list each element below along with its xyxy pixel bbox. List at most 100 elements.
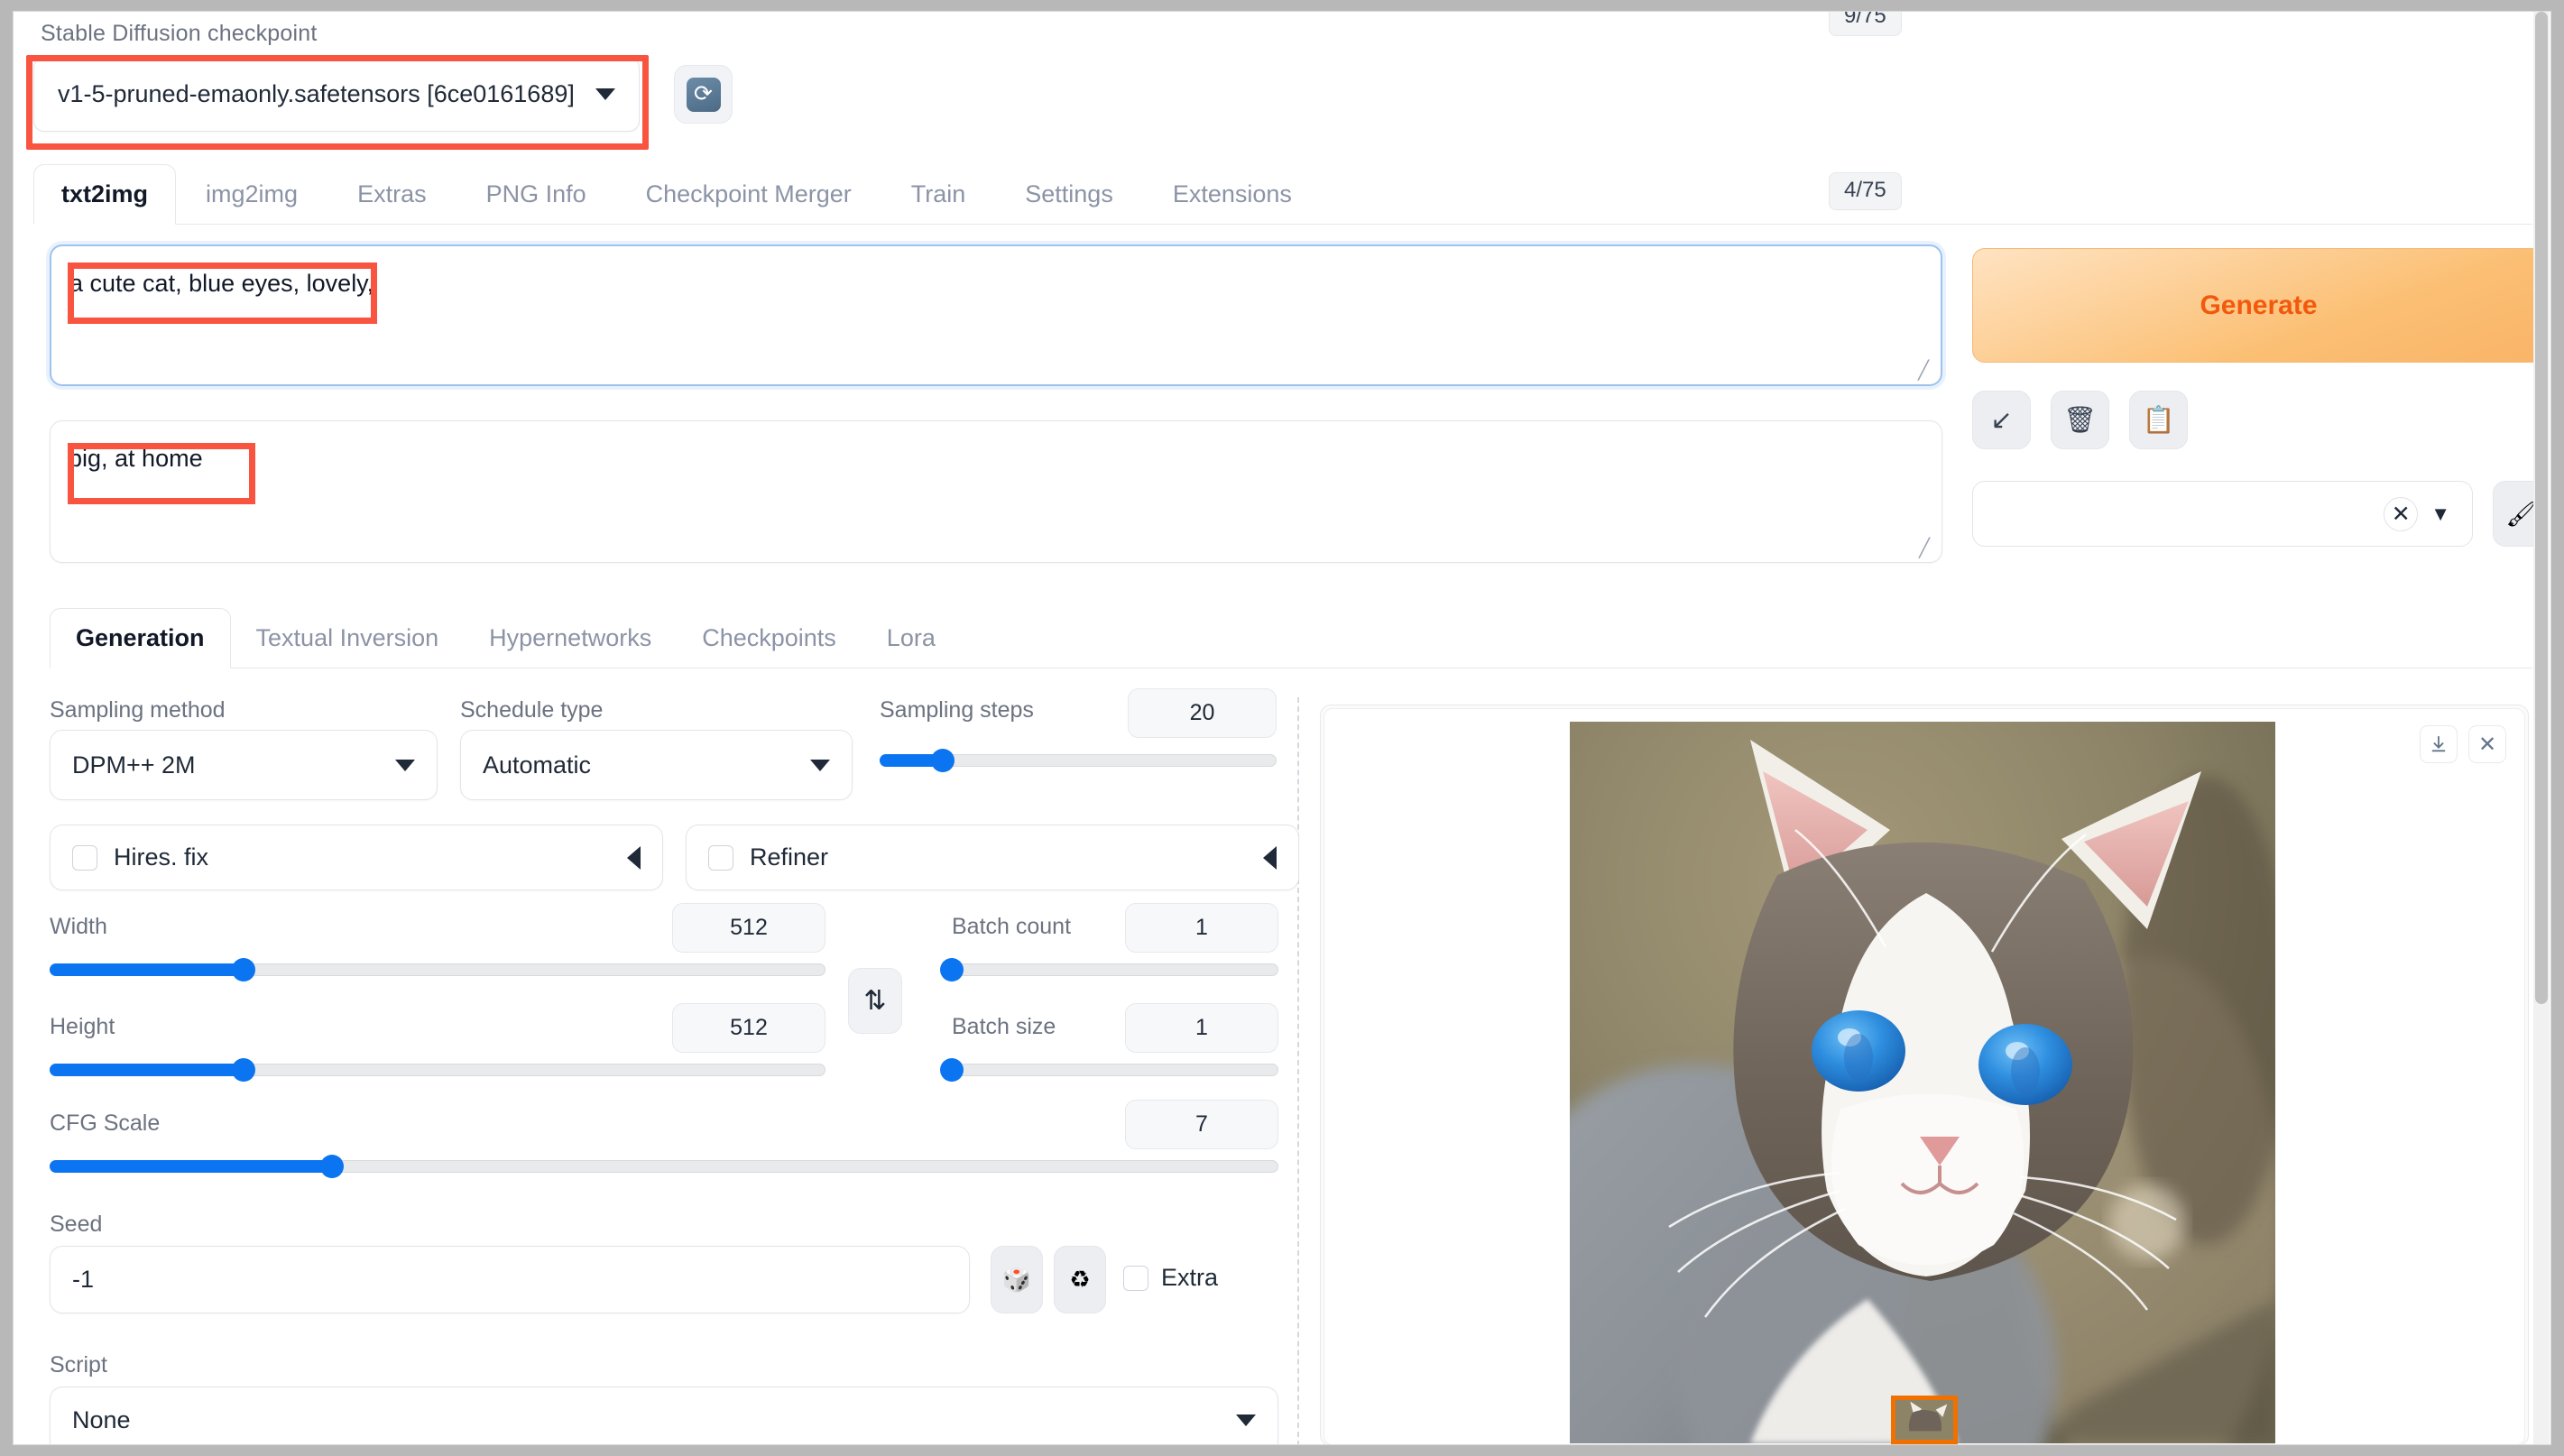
- result-thumbnail[interactable]: [1891, 1396, 1958, 1444]
- height-slider[interactable]: [50, 1058, 825, 1082]
- seed-value: -1: [72, 1266, 95, 1293]
- read-generation-params-button[interactable]: ↙: [1972, 391, 2031, 449]
- slider-fill: [50, 1064, 244, 1076]
- subtab-lora[interactable]: Lora: [862, 624, 961, 668]
- seed-label: Seed: [50, 1212, 103, 1237]
- height-label: Height: [50, 1014, 115, 1039]
- width-label: Width: [50, 914, 107, 939]
- subtab-generation[interactable]: Generation: [50, 608, 231, 668]
- resize-grip-icon[interactable]: ╱: [1919, 539, 1933, 558]
- hires-fix-accordion[interactable]: Hires. fix: [50, 825, 663, 890]
- download-icon: [2431, 735, 2446, 752]
- refresh-icon: ⟳: [686, 77, 721, 112]
- subtab-hypernetworks[interactable]: Hypernetworks: [464, 624, 677, 668]
- tab-train[interactable]: Train: [881, 180, 996, 224]
- checkpoint-label: Stable Diffusion checkpoint: [41, 21, 318, 46]
- width-slider[interactable]: [50, 958, 825, 981]
- tab-png-info[interactable]: PNG Info: [457, 180, 616, 224]
- slider-knob[interactable]: [931, 749, 955, 772]
- sampling-steps-label: Sampling steps: [880, 697, 1034, 723]
- extra-seed-checkbox[interactable]: [1123, 1266, 1148, 1291]
- clear-styles-icon[interactable]: ✕: [2384, 496, 2419, 531]
- tab-checkpoint-merger[interactable]: Checkpoint Merger: [616, 180, 881, 224]
- hires-fix-label: Hires. fix: [114, 843, 209, 871]
- cfg-scale-slider[interactable]: [50, 1155, 1278, 1178]
- tab-extensions[interactable]: Extensions: [1143, 180, 1322, 224]
- batch-count-value[interactable]: 1: [1125, 903, 1278, 953]
- tab-img2img[interactable]: img2img: [176, 180, 327, 224]
- dice-icon: 🎲: [1001, 1266, 1032, 1293]
- schedule-type-label: Schedule type: [460, 697, 604, 723]
- generate-button[interactable]: Generate: [1972, 248, 2545, 363]
- swap-icon: ⇅: [863, 986, 887, 1016]
- thumbnail-image: [1895, 1400, 1953, 1440]
- styles-dropdown[interactable]: ✕ ▼: [1972, 481, 2473, 547]
- slider-knob[interactable]: [940, 1058, 964, 1082]
- swap-dimensions-button[interactable]: ⇅: [848, 968, 902, 1034]
- script-dropdown[interactable]: None: [50, 1387, 1278, 1444]
- result-toolbar: ✕: [2420, 725, 2506, 763]
- reuse-seed-button[interactable]: ♻: [1054, 1246, 1106, 1313]
- batch-size-value[interactable]: 1: [1125, 1003, 1278, 1053]
- generated-cat-image: [1570, 722, 2275, 1443]
- subtab-checkpoints[interactable]: Checkpoints: [677, 624, 862, 668]
- prompt-section: a cute cat, blue eyes, lovely, ╱ big, at…: [50, 244, 1944, 563]
- script-value: None: [72, 1406, 131, 1433]
- batch-count-slider[interactable]: [940, 958, 1278, 981]
- batch-count-label: Batch count: [952, 914, 1072, 939]
- checkpoint-value: v1-5-pruned-emaonly.safetensors [6ce0161…: [58, 80, 575, 107]
- page-scrollbar[interactable]: [2533, 12, 2550, 1444]
- slider-knob[interactable]: [232, 958, 255, 981]
- prompt-tool-buttons: ↙ 🗑 📋: [1972, 391, 2188, 449]
- sampling-steps-value[interactable]: 20: [1128, 688, 1277, 738]
- script-label: Script: [50, 1352, 107, 1378]
- refresh-checkpoint-button[interactable]: ⟳: [674, 65, 733, 124]
- cfg-scale-label: CFG Scale: [50, 1110, 161, 1136]
- sampling-steps-slider[interactable]: [880, 749, 1277, 772]
- sampling-method-dropdown[interactable]: DPM++ 2M: [50, 730, 438, 800]
- recycle-icon: ♻: [1069, 1266, 1091, 1293]
- width-value[interactable]: 512: [672, 903, 825, 953]
- height-value[interactable]: 512: [672, 1003, 825, 1053]
- resize-grip-icon[interactable]: ╱: [1918, 362, 1932, 380]
- slider-knob[interactable]: [940, 958, 964, 981]
- trash-icon: 🗑: [2063, 405, 2097, 435]
- slider-fill: [50, 963, 244, 976]
- refiner-checkbox[interactable]: [708, 844, 733, 871]
- download-image-button[interactable]: [2420, 725, 2458, 763]
- chevron-left-icon: [1263, 845, 1277, 870]
- batch-size-slider[interactable]: [940, 1058, 1278, 1082]
- checkpoint-dropdown[interactable]: v1-5-pruned-emaonly.safetensors [6ce0161…: [33, 57, 640, 132]
- clear-prompt-button[interactable]: 🗑: [2051, 391, 2109, 449]
- tab-extras[interactable]: Extras: [327, 180, 457, 224]
- schedule-type-dropdown[interactable]: Automatic: [460, 730, 853, 800]
- tab-settings[interactable]: Settings: [995, 180, 1143, 224]
- cfg-scale-value[interactable]: 7: [1125, 1100, 1278, 1149]
- hires-fix-checkbox[interactable]: [72, 844, 97, 871]
- close-image-button[interactable]: ✕: [2468, 725, 2506, 763]
- styles-row: ✕ ▼ 🖌: [1972, 481, 2550, 547]
- random-seed-button[interactable]: 🎲: [991, 1246, 1043, 1313]
- chevron-down-icon: [810, 759, 830, 771]
- generation-settings-pane: Sampling method DPM++ 2M Schedule type A…: [50, 688, 1299, 1444]
- sampling-method-value: DPM++ 2M: [72, 751, 196, 779]
- tab-txt2img[interactable]: txt2img: [33, 164, 177, 225]
- prompt-input[interactable]: a cute cat, blue eyes, lovely, ╱: [50, 244, 1942, 386]
- negative-prompt-input[interactable]: big, at home ╱: [50, 420, 1942, 563]
- subtab-textual-inversion[interactable]: Textual Inversion: [231, 624, 465, 668]
- slider-knob[interactable]: [232, 1058, 255, 1082]
- seed-input[interactable]: -1: [50, 1246, 970, 1313]
- scrollbar-thumb[interactable]: [2535, 12, 2548, 1004]
- result-image[interactable]: [1570, 722, 2275, 1443]
- slider-track: [952, 963, 1278, 976]
- refiner-accordion[interactable]: Refiner: [686, 825, 1299, 890]
- brush-icon: 🖌: [2505, 500, 2537, 528]
- arrow-down-left-icon: ↙: [1990, 406, 2013, 435]
- chevron-left-icon: [627, 845, 641, 870]
- checkpoint-section: Stable Diffusion checkpoint v1-5-pruned-…: [33, 21, 1296, 132]
- apply-style-button[interactable]: 📋: [2129, 391, 2188, 449]
- chevron-down-icon[interactable]: ▼: [2430, 502, 2450, 526]
- slider-knob[interactable]: [320, 1155, 345, 1178]
- extra-seed-label: Extra: [1161, 1264, 1219, 1291]
- batch-size-label: Batch size: [952, 1014, 1056, 1039]
